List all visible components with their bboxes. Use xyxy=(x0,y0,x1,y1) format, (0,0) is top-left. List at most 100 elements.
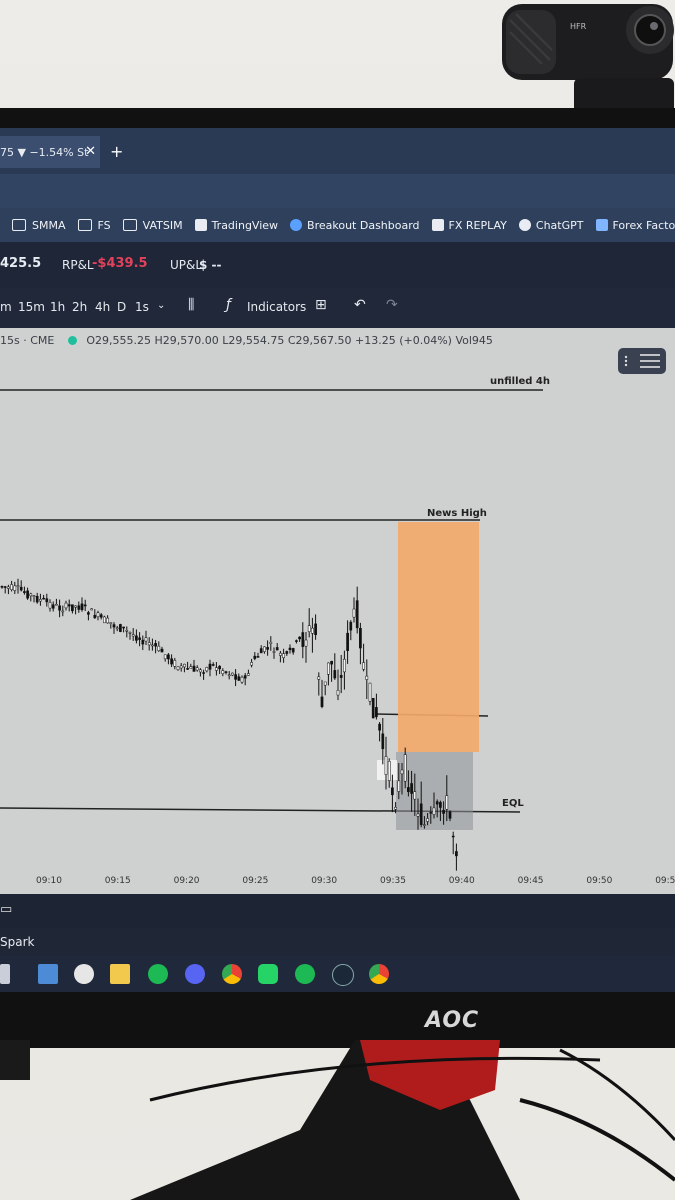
address-bar-area xyxy=(0,174,675,208)
candle-body xyxy=(231,672,234,676)
time-axis-tick: 09:25 xyxy=(242,876,269,886)
time-axis-tick: 09:20 xyxy=(173,876,200,886)
candle-body xyxy=(7,586,10,589)
annotation-eql: EQL xyxy=(502,798,524,809)
indicators-icon[interactable]: ƒ xyxy=(226,297,231,313)
discord-icon[interactable] xyxy=(185,964,205,984)
bookmark-tradingview[interactable]: TradingView xyxy=(194,219,278,232)
candle-body xyxy=(243,675,247,679)
bottom-panel: Spark xyxy=(0,928,675,956)
indicators-button[interactable]: Indicators xyxy=(247,300,306,314)
bookmark-fs[interactable]: FS xyxy=(77,218,111,232)
timeframe-4h[interactable]: 4h xyxy=(95,300,110,314)
candle-body xyxy=(103,616,106,624)
candle-body xyxy=(362,662,365,670)
timeframe-d[interactable]: D xyxy=(117,300,126,314)
candle-body xyxy=(333,670,337,679)
bookmark-chatgpt[interactable]: ChatGPT xyxy=(518,219,584,232)
browser-tab[interactable]: 75 ▼ −1.54% St ✕ xyxy=(0,136,100,168)
bookmark-vatsim[interactable]: VATSIM xyxy=(122,219,183,232)
candle-body xyxy=(429,812,433,814)
candle-body xyxy=(301,632,305,647)
news-high-box[interactable] xyxy=(398,522,479,752)
candle-body xyxy=(266,647,269,650)
candle-body xyxy=(125,630,129,632)
candle-body xyxy=(170,658,173,665)
candle-body xyxy=(355,600,359,629)
candle-body xyxy=(32,595,36,597)
settings-lines-icon xyxy=(624,354,660,368)
candle-body xyxy=(167,654,170,660)
candle-body xyxy=(320,696,324,707)
candle-body xyxy=(157,645,161,651)
bookmark-smma[interactable]: SMMA xyxy=(12,219,66,232)
candle-body xyxy=(416,813,420,817)
chart-legend: 15s · CME O29,555.25 H29,570.00 L29,554.… xyxy=(0,334,493,347)
candle-body xyxy=(451,835,455,838)
candle-body xyxy=(237,676,241,681)
steam-icon[interactable] xyxy=(332,964,354,986)
candle-type-icon[interactable]: ⫼ xyxy=(188,297,194,313)
candle-body xyxy=(407,787,410,793)
spark-label[interactable]: Spark xyxy=(0,935,34,949)
candle-body xyxy=(330,660,333,665)
candle-body xyxy=(394,806,397,810)
calculator-icon[interactable] xyxy=(38,964,58,984)
spotify-icon[interactable] xyxy=(148,964,168,984)
timeframe-1s[interactable]: 1s xyxy=(135,300,149,314)
calendar-icon[interactable]: ▭ xyxy=(0,902,12,917)
price-chart[interactable]: 15s · CME O29,555.25 H29,570.00 L29,554.… xyxy=(0,328,675,894)
candle-body xyxy=(314,623,317,636)
bookmark-breakout-dashboard[interactable]: Breakout Dashboard xyxy=(290,219,420,232)
folder-icon xyxy=(77,219,92,231)
candle-body xyxy=(208,663,212,670)
file-explorer-icon[interactable] xyxy=(110,964,130,984)
spotify-icon[interactable] xyxy=(295,964,315,984)
candle-body xyxy=(147,642,151,646)
bookmark-label: FX REPLAY xyxy=(448,218,507,232)
bookmark-label: FS xyxy=(97,218,111,232)
candle-body xyxy=(211,664,215,666)
timeframe-m[interactable]: m xyxy=(0,300,12,314)
candle-body xyxy=(317,676,321,680)
redo-icon[interactable]: ↷ xyxy=(386,297,398,313)
time-axis-tick: 09:15 xyxy=(104,876,131,886)
candle-body xyxy=(186,668,189,670)
taskbar-app-icon[interactable] xyxy=(0,964,10,984)
chart-svg[interactable] xyxy=(0,328,675,894)
candle-body xyxy=(189,666,193,669)
chrome-icon[interactable] xyxy=(369,964,389,984)
candle-body xyxy=(109,622,113,624)
candle-body xyxy=(192,665,196,672)
chrome-icon[interactable] xyxy=(222,964,242,984)
timeframe-15m[interactable]: 15m xyxy=(18,300,45,314)
candle-body xyxy=(413,791,417,800)
webcam-label: HFR xyxy=(570,22,587,31)
whatsapp-icon[interactable] xyxy=(258,964,278,984)
candle-body xyxy=(13,585,17,591)
candle-body xyxy=(115,627,119,630)
time-axis-tick: 09:55 xyxy=(655,876,675,886)
candle-body xyxy=(99,614,103,618)
candle-body xyxy=(151,644,154,647)
candle-body xyxy=(51,604,55,609)
candle-body xyxy=(259,648,263,654)
trading-app-icon[interactable] xyxy=(74,964,94,984)
bookmark-fx-replay[interactable]: FX REPLAY xyxy=(431,218,507,232)
timeframe-1h[interactable]: 1h xyxy=(50,300,65,314)
timeframe-2h[interactable]: 2h xyxy=(72,300,87,314)
chevron-down-icon[interactable]: ⌄ xyxy=(157,300,165,311)
close-icon[interactable]: ✕ xyxy=(85,144,96,159)
chart-settings-button[interactable] xyxy=(618,348,666,374)
layout-icon[interactable]: ⊞ xyxy=(315,297,327,313)
candle-body xyxy=(423,824,426,826)
bookmark-forex-factory[interactable]: Forex Factory xyxy=(595,219,675,232)
new-tab-button[interactable]: + xyxy=(110,142,123,161)
candle-body xyxy=(352,608,356,618)
candle-body xyxy=(119,624,122,632)
candle-body xyxy=(378,723,381,731)
candle-body xyxy=(349,621,353,631)
legend-exchange: CME xyxy=(30,334,55,347)
fxreplay-icon xyxy=(431,219,444,231)
undo-icon[interactable]: ↶ xyxy=(354,297,366,313)
